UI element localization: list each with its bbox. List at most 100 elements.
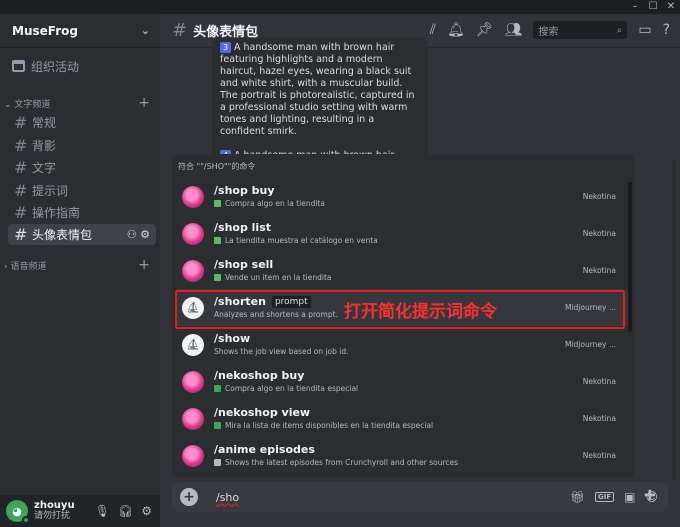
command-item[interactable]: /anime episodes Shows the latest episodes… — [176, 437, 628, 474]
user-panel: ◕ zhouyu 请勿打扰 🎙︎ 🎧︎ ⚙ — [0, 495, 160, 527]
bot-name: Midjourney ... — [564, 340, 616, 349]
command-item[interactable]: /shop list La tiendita muestra el catálog… — [176, 215, 628, 252]
bot-message-card: 3A handsome man with brown hair featurin… — [212, 38, 428, 158]
server-name: MuseFrog — [12, 23, 78, 38]
members-icon[interactable]: 👥︎ — [505, 22, 523, 38]
headphones-icon[interactable]: 🎧︎ — [118, 504, 133, 518]
hash-icon: # — [14, 225, 28, 244]
channel-backdrop[interactable]: # 背影 — [8, 135, 156, 156]
annotation-text: 打开简化提示词命令 — [344, 302, 497, 322]
search-input[interactable]: 搜索 ⌕ — [533, 21, 628, 39]
channel-text[interactable]: # 文字 — [8, 157, 156, 178]
hash-icon: # — [172, 20, 188, 41]
sticker-icon[interactable]: ▣ — [624, 490, 635, 504]
channel-label: 文字 — [32, 161, 57, 175]
channel-label: 背影 — [32, 139, 57, 153]
nekotina-avatar-icon — [182, 407, 204, 430]
window-titlebar: – ☐ ✕ — [0, 0, 680, 14]
command-name: /nekoshop buy — [214, 368, 305, 382]
command-name: /nekoshop view — [214, 405, 311, 419]
channel-general[interactable]: # 常规 — [8, 112, 156, 133]
channel-label: 头像表情包 — [32, 228, 93, 242]
events-link[interactable]: 组织活动 — [6, 54, 154, 78]
bot-name: Nekotina — [582, 377, 616, 386]
add-attachment-button[interactable]: + — [180, 488, 198, 506]
app-icon — [214, 274, 221, 281]
nekotina-avatar-icon — [182, 185, 204, 208]
message-input[interactable]: + /sho 🎁︎ GIF ▣ ☺ — [172, 482, 668, 512]
nekotina-avatar-icon — [182, 259, 204, 282]
category-label: 文字频道 — [14, 99, 51, 110]
hash-icon: # — [14, 203, 28, 222]
search-icon: ⌕ — [616, 24, 623, 36]
hash-icon: # — [14, 113, 28, 132]
command-name: /show — [214, 331, 251, 345]
input-text[interactable]: /sho — [216, 491, 239, 504]
command-desc: Compra algo en la tiendita — [225, 198, 325, 208]
command-name: /shop list — [214, 220, 272, 234]
channel-avatar-stickers[interactable]: # 头像表情包 ⚇ ⚙ — [8, 224, 156, 245]
gear-icon[interactable]: ⚙ — [140, 228, 150, 241]
close-button[interactable]: ✕ — [658, 0, 680, 14]
command-desc: Compra algo en la tiendita especial — [225, 383, 359, 393]
message-scrollbar[interactable] — [672, 160, 676, 480]
avatar[interactable]: ◕ — [6, 500, 30, 524]
user-status: 请勿打扰 — [34, 511, 71, 521]
chevron-down-icon: ⌄ — [4, 99, 15, 110]
command-item[interactable]: /nekoshop buy Compra algo en la tiendita … — [176, 363, 628, 400]
command-name: /shop buy — [214, 183, 275, 197]
add-member-icon[interactable]: ⚇ — [127, 228, 137, 241]
add-channel-icon[interactable]: + — [138, 257, 150, 273]
prompt-text: A handsome man with brown hair featuring… — [220, 42, 415, 137]
inbox-icon[interactable]: ▭ — [638, 22, 651, 38]
microphone-icon[interactable]: 🎙︎ — [95, 504, 110, 518]
command-item[interactable]: /shop buy Compra algo en la tiendita Neko… — [176, 178, 628, 215]
bell-icon[interactable]: 🔔︎ — [447, 22, 465, 38]
tv-icon — [214, 459, 221, 466]
events-label: 组织活动 — [31, 59, 80, 74]
channel-label: 常规 — [32, 116, 57, 130]
gear-icon[interactable]: ⚙ — [141, 504, 152, 518]
hash-icon: # — [14, 136, 28, 155]
add-channel-icon[interactable]: + — [138, 95, 150, 111]
app-icon — [214, 200, 221, 207]
gift-icon[interactable]: 🎁︎ — [570, 490, 585, 504]
command-item[interactable]: /shop sell Vende un item en la tiendita N… — [176, 252, 628, 289]
app-icon — [214, 422, 221, 429]
bot-name: Nekotina — [582, 451, 616, 460]
command-item[interactable]: /nekoshop view Mira la lista de items dis… — [176, 400, 628, 437]
hash-icon: # — [14, 158, 28, 177]
command-name: /shop sell — [214, 257, 274, 271]
voice-channels-category[interactable]: › 语音频道 + — [0, 257, 160, 273]
server-header[interactable]: MuseFrog ⌄ — [0, 14, 160, 48]
command-desc: Mira la lista de items disponibles en la… — [225, 420, 434, 430]
channel-prompts[interactable]: # 提示词 — [8, 180, 156, 201]
calendar-icon — [12, 60, 25, 72]
threads-icon[interactable]: ⫽ — [430, 22, 436, 38]
app-icon — [214, 237, 221, 244]
autocomplete-scrollbar[interactable] — [628, 182, 632, 332]
command-desc: Shows the job view based on job id. — [214, 346, 349, 356]
text-channels-category[interactable]: ⌄ 文字频道 + — [0, 95, 160, 111]
nekotina-avatar-icon — [182, 444, 204, 467]
channel-sidebar: MuseFrog ⌄ 组织活动 ⌄ 文字频道 + # 常规 # 背影 # 文字 # 提示… — [0, 14, 160, 527]
channel-label: 操作指南 — [32, 206, 81, 220]
command-name: /anime episodes — [214, 442, 315, 456]
command-item[interactable]: ⛵︎ /show Shows the job view based on job … — [176, 326, 628, 363]
status-dot — [22, 516, 30, 524]
bot-name: Nekotina — [582, 414, 616, 423]
channel-label: 提示词 — [32, 184, 69, 198]
help-icon[interactable]: ? — [663, 22, 670, 38]
number-badge: 3 — [220, 42, 231, 53]
bot-name: Nekotina — [582, 266, 616, 275]
nekotina-avatar-icon — [182, 222, 204, 245]
apps-icon[interactable]: ✚ — [644, 488, 656, 504]
gif-icon[interactable]: GIF — [595, 492, 615, 502]
pin-icon[interactable]: 📌︎ — [476, 22, 494, 38]
bot-name: Nekotina — [582, 229, 616, 238]
command-desc: Shows the latest episodes from Crunchyro… — [225, 457, 459, 467]
command-desc: La tiendita muestra el catálogo en venta — [225, 235, 378, 245]
channel-guide[interactable]: # 操作指南 — [8, 202, 156, 223]
nekotina-avatar-icon — [182, 370, 204, 393]
app-icon — [214, 385, 221, 392]
